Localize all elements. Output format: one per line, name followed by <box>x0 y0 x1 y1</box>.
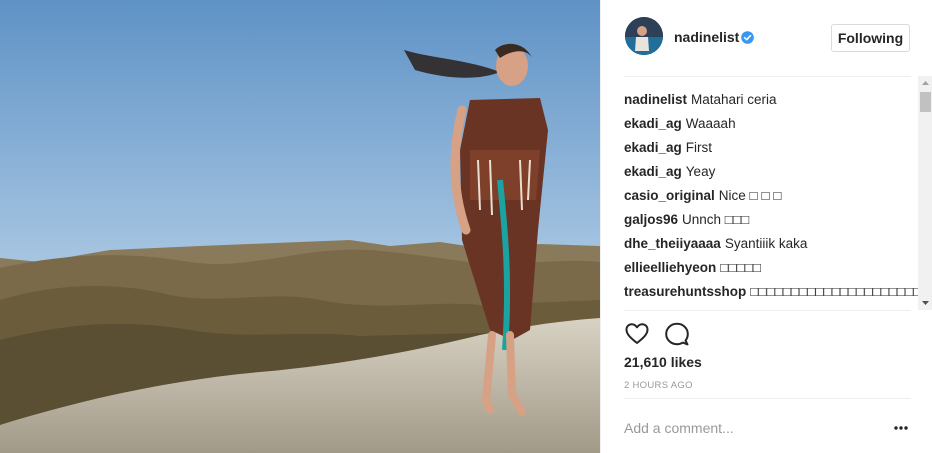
comment-username[interactable]: galjos96 <box>624 212 678 227</box>
post-timestamp[interactable]: 2 HOURS AGO <box>624 380 693 391</box>
post-actions <box>624 321 704 347</box>
avatar-image <box>625 17 663 55</box>
comment-username[interactable]: treasurehuntsshop <box>624 284 746 299</box>
comment-item: nadinelist Matahari ceria <box>624 88 919 112</box>
comments-scrollbar[interactable] <box>918 76 932 310</box>
verified-badge-icon <box>741 31 754 44</box>
comment-text: Matahari ceria <box>691 92 777 107</box>
comment-item: ekadi_ag Waaaah <box>624 112 919 136</box>
likes-count[interactable]: 21,610 likes <box>624 354 702 370</box>
comment-username[interactable]: casio_original <box>624 188 715 203</box>
speech-bubble-icon[interactable] <box>664 321 690 347</box>
comment-item: ellieelliehyeon □□□□□ <box>624 256 919 280</box>
avatar[interactable] <box>625 17 663 55</box>
comment-username[interactable]: nadinelist <box>624 92 687 107</box>
following-button[interactable]: Following <box>831 24 910 52</box>
heart-outline-icon[interactable] <box>624 321 650 347</box>
comment-username[interactable]: ekadi_ag <box>624 164 682 179</box>
comment-text: Syantiiik kaka <box>724 236 808 251</box>
comments-divider <box>624 310 911 311</box>
comment-item: casio_original Nice □ □ □ <box>624 184 919 208</box>
comment-text: Yeay <box>685 164 716 179</box>
comment-item: ekadi_ag Yeay <box>624 160 919 184</box>
comment-text: First <box>685 140 713 155</box>
scrollbar-thumb[interactable] <box>920 92 931 112</box>
comment-item: ekadi_ag First <box>624 136 919 160</box>
comments-list: nadinelist Matahari ceria ekadi_ag Waaaah … <box>624 88 919 310</box>
comment-username[interactable]: ellieelliehyeon <box>624 260 716 275</box>
comment-item: dhe_theiiyaaaa Syantiiik kaka <box>624 232 919 256</box>
comment-text: Nice □ □ □ <box>718 188 782 203</box>
add-comment-input[interactable] <box>624 419 864 437</box>
username-link[interactable]: nadinelist <box>674 29 739 45</box>
header-divider <box>624 76 911 77</box>
post-sidebar: nadinelist Following nadinelist Matahari … <box>600 0 932 453</box>
actions-divider <box>624 398 911 399</box>
comment-text: □□□□□ <box>720 260 762 275</box>
post-header: nadinelist Following <box>601 0 932 76</box>
comment-text: Waaaah <box>685 116 736 131</box>
comment-username[interactable]: ekadi_ag <box>624 140 682 155</box>
instagram-post: nadinelist Following nadinelist Matahari … <box>0 0 932 453</box>
post-photo-image <box>0 0 600 453</box>
post-photo[interactable] <box>0 0 600 453</box>
comment-username[interactable]: dhe_theiiyaaaa <box>624 236 721 251</box>
scroll-up-arrow-icon[interactable] <box>918 76 932 90</box>
comment-text: Unnch □□□ <box>682 212 750 227</box>
comment-username[interactable]: ekadi_ag <box>624 116 682 131</box>
ellipsis-icon[interactable] <box>891 420 911 436</box>
comment-text: □□□□□□□□□□□□□□□□□□□□□□□□□□□□□□□□□□□□ <box>750 284 919 299</box>
scroll-down-arrow-icon[interactable] <box>918 296 932 310</box>
comment-item: treasurehuntsshop □□□□□□□□□□□□□□□□□□□□□□□… <box>624 280 919 300</box>
comment-item: galjos96 Unnch □□□ <box>624 208 919 232</box>
